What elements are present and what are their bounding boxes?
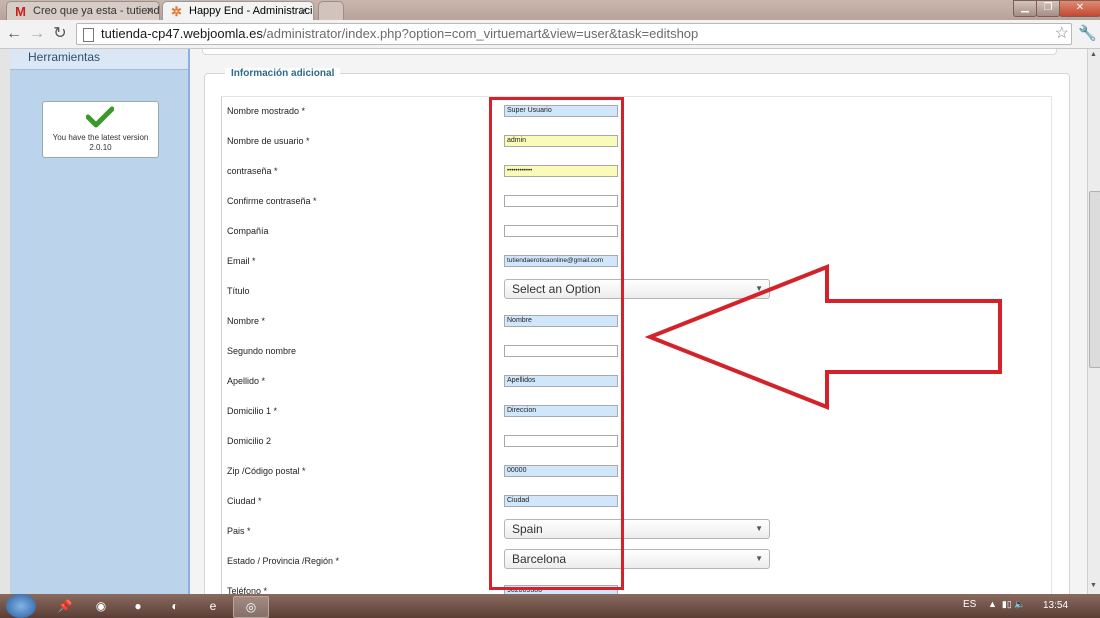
field-label: Compañía: [227, 226, 269, 236]
field-label: Pais *: [227, 526, 251, 536]
language-indicator[interactable]: ES: [963, 599, 976, 610]
form-row: Pais * Spain ▼: [222, 517, 1051, 547]
chevron-down-icon: ▼: [755, 554, 763, 563]
field-label: Nombre mostrado *: [227, 106, 306, 116]
form-row: contraseña * ••••••••••••: [222, 157, 1051, 187]
version-text: You have the latest version 2.0.10: [43, 133, 158, 153]
field-label: Domicilio 1 *: [227, 406, 278, 416]
field-label: Confirme contraseña *: [227, 196, 317, 206]
field-label: Email *: [227, 256, 256, 266]
field-label: contraseña *: [227, 166, 278, 176]
pin-icon[interactable]: 📌: [52, 596, 78, 616]
browser-toolbar: ← → ↻ tutienda-cp47.webjoomla.es/adminis…: [0, 20, 1100, 49]
bookmark-star-icon[interactable]: ☆: [1055, 24, 1069, 44]
checkmark-icon: [86, 106, 114, 128]
form-row: Estado / Provincia /Región * Barcelona ▼: [222, 547, 1051, 577]
tab-admin[interactable]: ✲ Happy End - Administración ✕: [162, 1, 314, 20]
field-label: Apellido *: [227, 376, 266, 386]
tab-title: Creo que ya esta - tutienda: [33, 5, 160, 17]
close-icon[interactable]: ✕: [300, 2, 308, 20]
media-icon[interactable]: ●: [125, 596, 151, 616]
fieldset-legend: Información adicional: [225, 68, 341, 79]
form-row: Confirme contraseña *: [222, 187, 1051, 217]
joomla-icon: ✲: [171, 4, 182, 19]
field-label: Zip /Código postal *: [227, 466, 306, 476]
clock[interactable]: 13:54: [1043, 600, 1068, 611]
browser-tab-strip: M Creo que ya esta - tutienda ✕ ✲ Happy …: [0, 0, 1100, 20]
url-host: tutienda-cp47.webjoomla.es: [101, 26, 263, 41]
start-button[interactable]: [6, 594, 36, 618]
sidebar-title: Herramientas: [28, 50, 101, 64]
scroll-up-icon[interactable]: ▲: [1090, 51, 1097, 58]
forward-icon[interactable]: →: [27, 24, 47, 44]
field-label: Domicilio 2: [227, 436, 272, 446]
url-text: tutienda-cp47.webjoomla.es/administrator…: [101, 24, 698, 44]
field-label: Nombre *: [227, 316, 266, 326]
field-label: Segundo nombre: [227, 346, 297, 356]
form-row: Nombre de usuario * admin: [222, 127, 1051, 157]
scroll-down-icon[interactable]: ▼: [1090, 582, 1097, 589]
tray-icons[interactable]: ▲ ▮▯ 🔈: [988, 599, 1026, 610]
version-number: 2.0.10: [89, 143, 112, 152]
windows-taskbar: 📌 ◉ ● ◐ e ◎ ES ▲ ▮▯ 🔈 13:54: [0, 594, 1100, 618]
page-icon: [83, 28, 94, 42]
field-label: Estado / Provincia /Región *: [227, 556, 340, 566]
tab-title: Happy End - Administración: [189, 5, 314, 17]
left-margin: [0, 49, 10, 594]
form-row: Zip /Código postal * 00000: [222, 457, 1051, 487]
form-row: Compañía: [222, 217, 1051, 247]
close-icon[interactable]: ✕: [146, 2, 154, 20]
wrench-icon[interactable]: 🔧: [1078, 24, 1097, 42]
internet-explorer-icon[interactable]: e: [200, 596, 226, 616]
form-row: Teléfono * 902009386: [222, 577, 1051, 594]
window-close-button[interactable]: ✕: [1059, 0, 1100, 17]
back-icon[interactable]: ←: [4, 24, 24, 44]
field-label: Teléfono *: [227, 586, 268, 594]
maximize-button[interactable]: ❐: [1036, 0, 1060, 17]
reload-icon[interactable]: ↻: [50, 24, 70, 44]
version-line: You have the latest version: [52, 133, 149, 142]
version-status-box: You have the latest version 2.0.10: [42, 101, 159, 158]
highlight-box-annotation: [489, 97, 624, 590]
url-path: /administrator/index.php?option=com_virt…: [262, 26, 699, 41]
left-arrow-annotation: [644, 264, 1002, 410]
scrollbar-thumb[interactable]: [1089, 191, 1100, 368]
sidebar-header[interactable]: Herramientas: [10, 49, 188, 70]
new-tab-button[interactable]: [318, 1, 344, 20]
tab-gmail[interactable]: M Creo que ya esta - tutienda ✕: [6, 1, 160, 20]
form-row: Domicilio 2: [222, 427, 1051, 457]
form-row: Ciudad * Ciudad: [222, 487, 1051, 517]
address-bar[interactable]: tutienda-cp47.webjoomla.es/administrator…: [76, 23, 1072, 45]
gmail-icon: M: [15, 4, 26, 19]
minimize-button[interactable]: ▁: [1013, 0, 1037, 17]
firefox-icon[interactable]: ◐: [162, 596, 188, 616]
field-label: Ciudad *: [227, 496, 262, 506]
sidebar: Herramientas You have the latest version…: [10, 49, 190, 594]
vertical-scrollbar[interactable]: ▲ ▼: [1087, 49, 1100, 594]
chrome-icon[interactable]: ◎: [233, 596, 269, 618]
previous-panel: [202, 49, 1057, 55]
chevron-down-icon: ▼: [755, 524, 763, 533]
app-icon[interactable]: ◉: [88, 596, 114, 616]
field-label: Título: [227, 286, 250, 296]
form-row: Nombre mostrado * Super Usuario: [222, 97, 1051, 127]
field-label: Nombre de usuario *: [227, 136, 310, 146]
